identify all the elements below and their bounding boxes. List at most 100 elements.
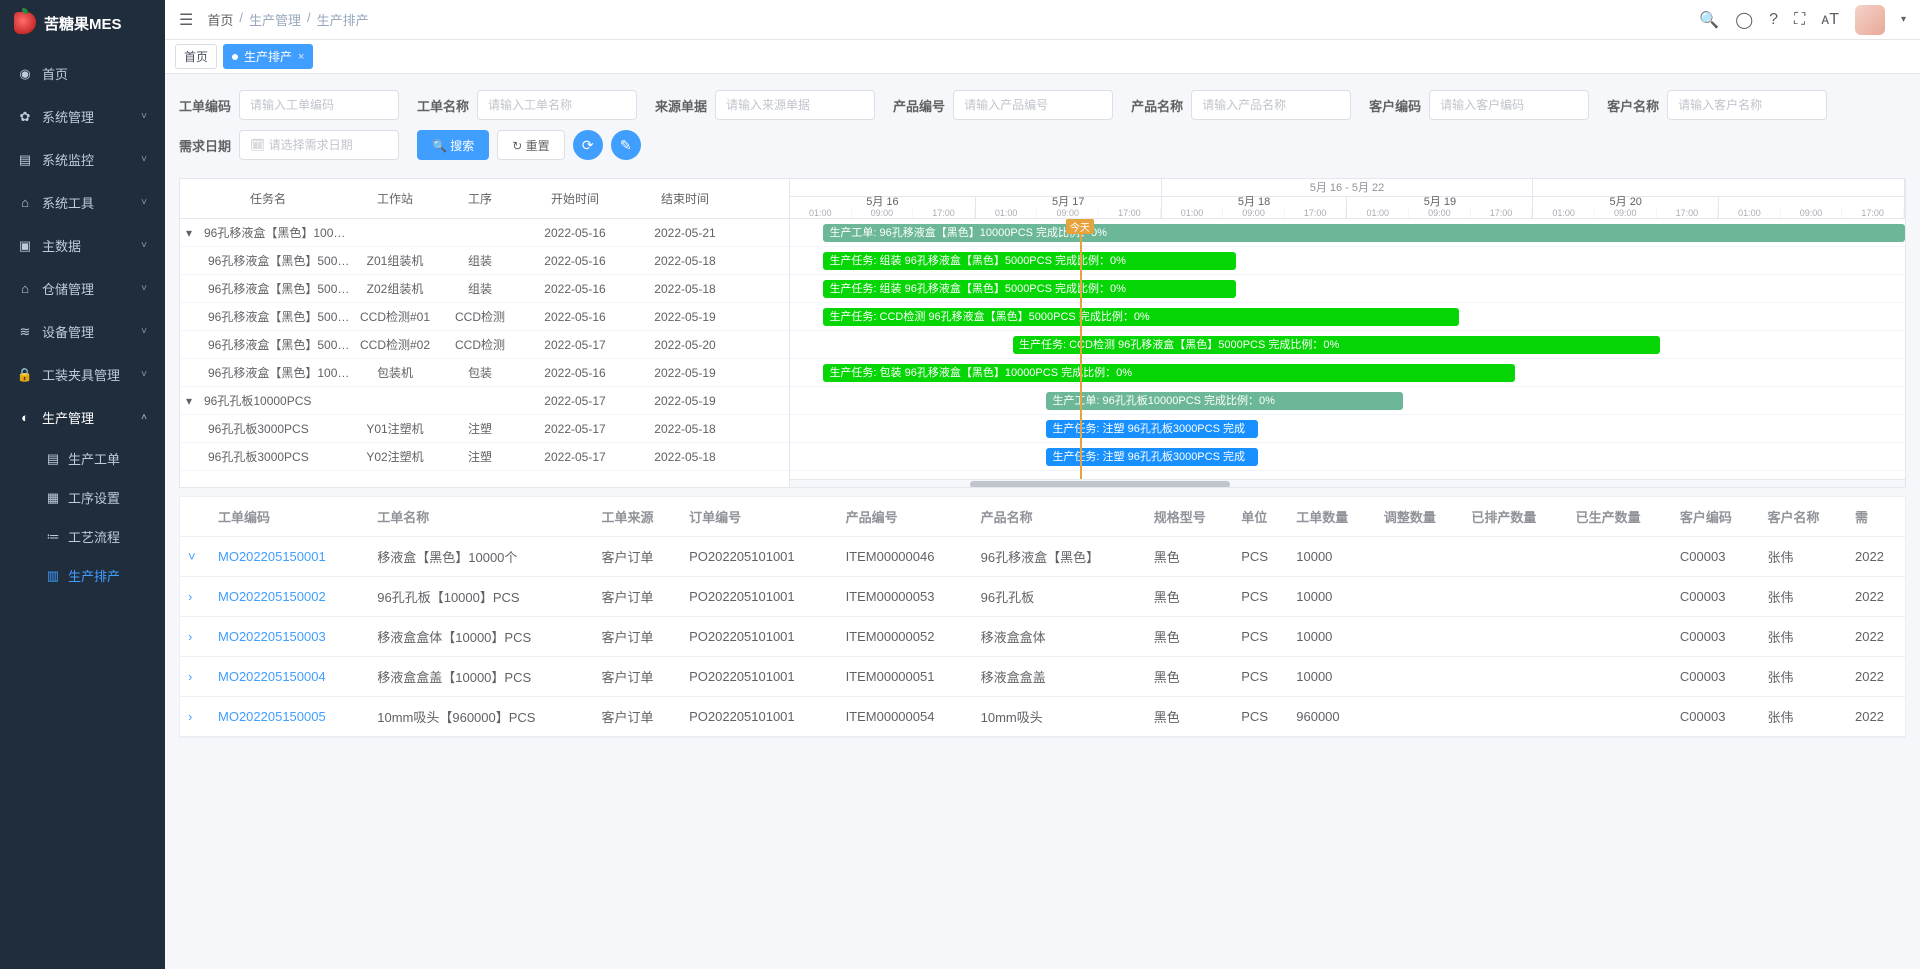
field-label: 工单编码 — [179, 96, 231, 115]
fontsize-icon[interactable]: ᴀT — [1821, 11, 1839, 29]
hamburger-icon[interactable]: ☰ — [179, 10, 193, 30]
workorder-code-link[interactable]: MO202205150004 — [210, 657, 369, 697]
chevron-down-icon: ˅ — [141, 326, 147, 337]
help-icon[interactable]: ? — [1769, 11, 1778, 29]
gantt-task-row[interactable]: 96孔移液盒【黑色】5000PCSCCD检测#01CCD检测2022-05-16… — [180, 303, 789, 331]
tabs-bar: 首页生产排产× — [165, 40, 1920, 74]
chevron-down-icon: ˅ — [141, 369, 147, 380]
cust_name-input[interactable] — [1667, 90, 1827, 120]
gantt-task-row[interactable]: ▾96孔移液盒【黑色】10000PCS2022-05-162022-05-21 — [180, 219, 789, 247]
gantt-bar[interactable]: 生产工单: 96孔孔板10000PCS 完成比例：0% — [1046, 392, 1403, 410]
sidebar-item-设备管理[interactable]: ≋设备管理˅ — [0, 310, 165, 353]
field-label: 来源单据 — [655, 96, 707, 115]
logo[interactable]: 苦糖果MES — [0, 0, 165, 46]
today-line — [1080, 219, 1082, 479]
gantt-task-row[interactable]: 96孔移液盒【黑色】10000PCS包装机包装2022-05-162022-05… — [180, 359, 789, 387]
caret-down-icon[interactable]: ▾ — [186, 394, 204, 408]
nav-sub-icon: ≔ — [46, 529, 60, 545]
nav-label: 设备管理 — [42, 322, 94, 341]
workorder-code-link[interactable]: MO202205150003 — [210, 617, 369, 657]
search-button[interactable]: 🔍 搜索 — [417, 130, 489, 160]
sidebar-subitem-生产工单[interactable]: ▤生产工单 — [0, 439, 165, 478]
gantt-scrollbar[interactable] — [790, 479, 1905, 487]
sidebar-subitem-工序设置[interactable]: ▦ 工序设置 — [0, 478, 165, 517]
prod_code-input[interactable] — [953, 90, 1113, 120]
caret-down-icon[interactable]: ▾ — [186, 226, 204, 240]
refresh-icon-button[interactable]: ⟳ — [573, 130, 603, 160]
gantt-bar[interactable]: 生产任务: CCD检测 96孔移液盒【黑色】5000PCS 完成比例：0% — [823, 308, 1459, 326]
gantt-task-row[interactable]: 96孔孔板3000PCSY02注塑机注塑2022-05-172022-05-18 — [180, 443, 789, 471]
gantt-task-row[interactable]: 96孔移液盒【黑色】5000PCSCCD检测#02CCD检测2022-05-17… — [180, 331, 789, 359]
nav-icon: ✿ — [18, 109, 32, 125]
search-icon[interactable]: 🔍 — [1699, 10, 1719, 30]
gantt-task-row[interactable]: 96孔孔板3000PCSY01注塑机注塑2022-05-172022-05-18 — [180, 415, 789, 443]
gantt-bar[interactable]: 生产工单: 96孔移液盒【黑色】10000PCS 完成比例：0% — [823, 224, 1905, 242]
close-icon[interactable]: × — [298, 51, 304, 63]
gantt-bar[interactable]: 生产任务: 组装 96孔移液盒【黑色】5000PCS 完成比例：0% — [823, 280, 1236, 298]
nav-sub-label: 工序设置 — [68, 488, 120, 507]
nav-sub-icon: ▥ — [46, 568, 60, 584]
expand-icon[interactable]: › — [188, 629, 202, 644]
gantt-task-row[interactable]: 96孔移液盒【黑色】5000PCSZ01组装机组装2022-05-162022-… — [180, 247, 789, 275]
gantt-bar[interactable]: 生产任务: 组装 96孔移液盒【黑色】5000PCS 完成比例：0% — [823, 252, 1236, 270]
source-input[interactable] — [715, 90, 875, 120]
sidebar-item-系统工具[interactable]: ⌂系统工具˅ — [0, 181, 165, 224]
tab-label: 首页 — [184, 48, 208, 65]
gantt-bar[interactable]: 生产任务: 注塑 96孔孔板3000PCS 完成 — [1046, 420, 1258, 438]
breadcrumb-home[interactable]: 首页 — [207, 10, 233, 29]
chevron-up-icon: ˄ — [141, 412, 147, 423]
prod_name-input[interactable] — [1191, 90, 1351, 120]
col-header: 产品编号 — [838, 497, 973, 537]
nav-label: 系统管理 — [42, 107, 94, 126]
table-row[interactable]: ›MO20220515000296孔孔板【10000】PCS客户订单PO2022… — [180, 577, 1905, 617]
sidebar-item-仓储管理[interactable]: ⌂仓储管理˅ — [0, 267, 165, 310]
col-header: 调整数量 — [1376, 497, 1464, 537]
edit-icon-button[interactable]: ✎ — [611, 130, 641, 160]
table-row[interactable]: ›MO202205150003移液盒盒体【10000】PCS客户订单PO2022… — [180, 617, 1905, 657]
tab-首页[interactable]: 首页 — [175, 44, 217, 69]
reset-button[interactable]: ↻ 重置 — [497, 130, 564, 160]
sidebar-item-系统管理[interactable]: ✿系统管理˅ — [0, 95, 165, 138]
expand-icon[interactable]: › — [188, 589, 202, 604]
sidebar-item-工装夹具管理[interactable]: 🔒工装夹具管理˅ — [0, 353, 165, 396]
workorder-code-link[interactable]: MO202205150001 — [210, 537, 369, 577]
sidebar-item-主数据[interactable]: ▣主数据˅ — [0, 224, 165, 267]
sidebar-item-生产管理[interactable]: ◐生产管理˄ — [0, 396, 165, 439]
sidebar-item-首页[interactable]: ◉首页 — [0, 52, 165, 95]
sidebar-subitem-工艺流程[interactable]: ≔工艺流程 — [0, 517, 165, 556]
wo_code-input[interactable] — [239, 90, 399, 120]
cust_code-input[interactable] — [1429, 90, 1589, 120]
search-form: 工单编码工单名称来源单据产品编号产品名称客户编码客户名称需求日期🔍 搜索↻ 重置… — [179, 84, 1906, 170]
gantt-task-row[interactable]: ▾96孔孔板10000PCS2022-05-172022-05-19 — [180, 387, 789, 415]
field-label: 产品名称 — [1131, 96, 1183, 115]
nav-icon: 🔒 — [18, 367, 32, 383]
sidebar-subitem-生产排产[interactable]: ▥ 生产排产 — [0, 556, 165, 595]
nav-sub-label: 生产排产 — [68, 566, 120, 585]
logo-text: 苦糖果MES — [44, 13, 122, 34]
workorder-code-link[interactable]: MO202205150002 — [210, 577, 369, 617]
breadcrumb: 首页/ 生产管理/ 生产排产 — [207, 10, 368, 29]
tab-生产排产[interactable]: 生产排产× — [223, 44, 313, 69]
expand-icon[interactable]: ˅ — [188, 549, 202, 564]
sidebar-item-系统监控[interactable]: ▤系统监控˅ — [0, 138, 165, 181]
gantt-bar[interactable]: 生产任务: CCD检测 96孔移液盒【黑色】5000PCS 完成比例：0% — [1013, 336, 1660, 354]
field-label: 客户编码 — [1369, 96, 1421, 115]
nav-sub-label: 生产工单 — [68, 449, 120, 468]
expand-icon[interactable]: › — [188, 669, 202, 684]
user-dropdown-icon[interactable]: ▾ — [1901, 14, 1906, 25]
github-icon[interactable]: ◯ — [1735, 10, 1753, 30]
table-row[interactable]: ˅MO202205150001移液盒【黑色】10000个客户订单PO202205… — [180, 537, 1905, 577]
wo_name-input[interactable] — [477, 90, 637, 120]
gantt-bar[interactable]: 生产任务: 包装 96孔移液盒【黑色】10000PCS 完成比例：0% — [823, 364, 1514, 382]
gantt-task-row[interactable]: 96孔移液盒【黑色】5000PCSZ02组装机组装2022-05-162022-… — [180, 275, 789, 303]
fullscreen-icon[interactable]: ⛶ — [1794, 11, 1805, 29]
avatar[interactable] — [1855, 5, 1885, 35]
gantt-bar[interactable]: 生产任务: 注塑 96孔孔板3000PCS 完成 — [1046, 448, 1258, 466]
table-row[interactable]: ›MO202205150004移液盒盒盖【10000】PCS客户订单PO2022… — [180, 657, 1905, 697]
nav-sub-icon: ▦ — [46, 490, 60, 506]
workorder-code-link[interactable]: MO202205150005 — [210, 697, 369, 737]
expand-icon[interactable]: › — [188, 709, 202, 724]
gantt-bar-row: 生产任务: 注塑 96孔孔板3000PCS 完成 — [790, 415, 1905, 443]
table-row[interactable]: ›MO20220515000510mm吸头【960000】PCS客户订单PO20… — [180, 697, 1905, 737]
req_date-input[interactable] — [239, 130, 399, 160]
